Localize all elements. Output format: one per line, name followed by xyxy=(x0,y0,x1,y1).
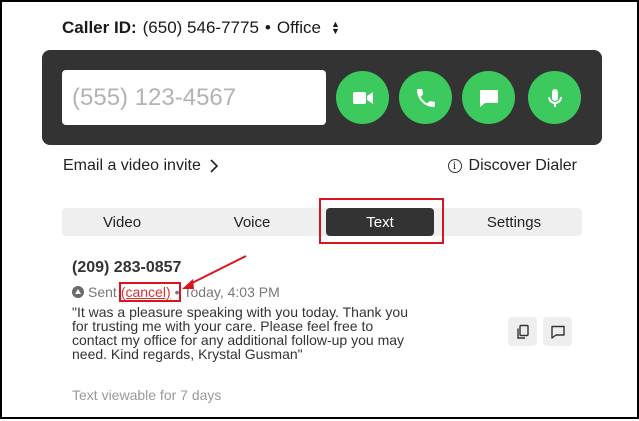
chat-bubble-icon xyxy=(479,89,498,107)
app-frame: Caller ID: (650) 546-7775 • Office ▲▼ Em… xyxy=(0,0,639,419)
message-contact-number: (209) 283-0857 xyxy=(72,259,182,276)
caller-id-separator: • xyxy=(264,18,271,37)
text-viewable-note: Text viewable for 7 days xyxy=(72,387,222,403)
dialer-panel xyxy=(42,50,602,145)
voice-call-button[interactable] xyxy=(399,71,452,124)
message-status: Sent xyxy=(88,284,117,300)
phone-number-input[interactable] xyxy=(62,70,326,125)
caller-id-label: Caller ID: xyxy=(62,18,137,37)
tab-video[interactable]: Video xyxy=(62,208,182,236)
microphone-button[interactable] xyxy=(528,71,581,124)
reply-message-button[interactable] xyxy=(543,317,572,346)
text-tab-highlight-box xyxy=(319,198,444,244)
discover-dialer-link[interactable]: i Discover Dialer xyxy=(447,157,577,175)
chevron-right-icon xyxy=(210,159,218,173)
message-timestamp: Today, 4:03 PM xyxy=(183,284,280,300)
text-message-button[interactable] xyxy=(462,71,515,124)
copy-icon xyxy=(516,324,529,339)
email-video-invite-link[interactable]: Email a video invite xyxy=(63,157,219,175)
discover-dialer-label: Discover Dialer xyxy=(468,157,577,174)
phone-icon xyxy=(416,88,435,107)
message-body: "It was a pleasure speaking with you tod… xyxy=(72,304,408,362)
cancel-highlight-box xyxy=(119,282,181,302)
copy-message-button[interactable] xyxy=(508,317,537,346)
microphone-icon xyxy=(547,88,562,107)
sent-status-icon xyxy=(72,286,84,298)
video-camera-icon xyxy=(352,91,373,104)
info-icon: i xyxy=(447,159,462,173)
email-video-invite-label: Email a video invite xyxy=(63,157,201,174)
caller-id-selector[interactable]: Caller ID: (650) 546-7775 • Office ▲ ▼ xyxy=(62,18,340,38)
tab-settings[interactable]: Settings xyxy=(454,208,574,236)
caller-id-line: Office xyxy=(276,18,321,37)
chat-bubble-outline-icon xyxy=(550,325,565,339)
video-call-button[interactable] xyxy=(336,71,389,124)
caller-id-number: (650) 546-7775 xyxy=(142,18,259,37)
sort-updown-icon: ▲ ▼ xyxy=(330,19,340,36)
tab-voice[interactable]: Voice xyxy=(192,208,312,236)
